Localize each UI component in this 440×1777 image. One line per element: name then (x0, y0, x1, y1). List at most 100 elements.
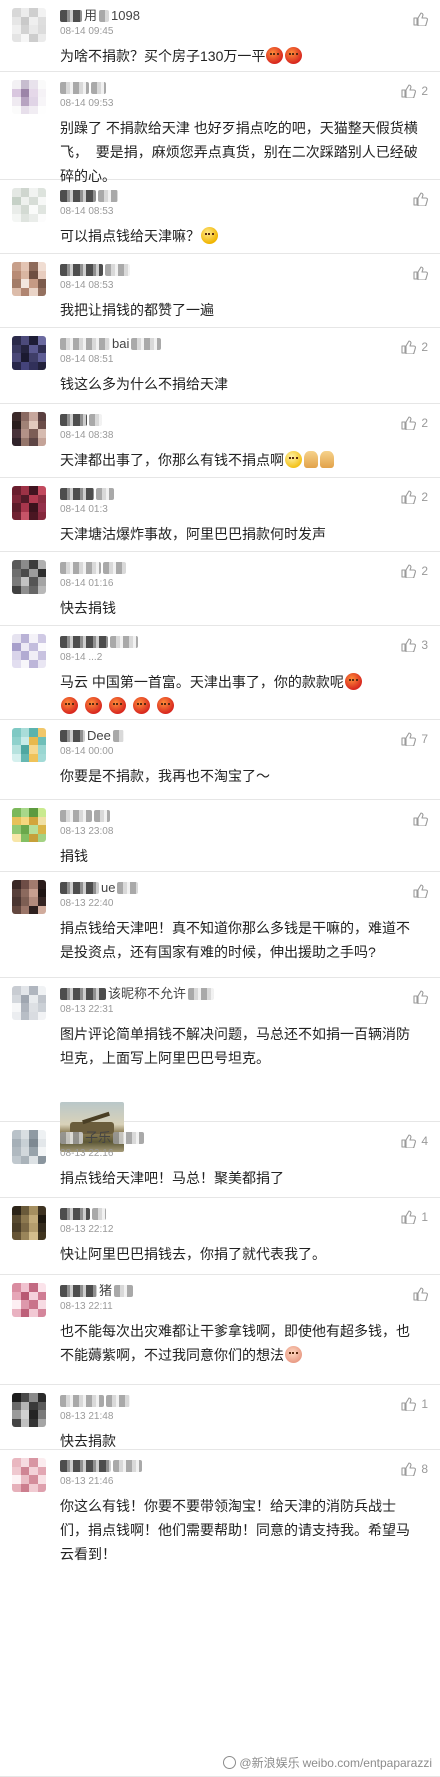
comment-body: 别躁了 不捐款给天津 也好歹捐点吃的吧，天猫整天假货横飞， 要是捐，麻烦您弄点真… (60, 120, 418, 184)
avatar[interactable] (12, 262, 46, 296)
username[interactable] (60, 560, 126, 576)
like-button[interactable] (413, 884, 428, 898)
blurred-username (105, 264, 130, 276)
comment-text: 我把让捐钱的都赞了一遍 (60, 298, 418, 322)
watermark-account: @新浪娱乐 (239, 1756, 300, 1770)
username[interactable] (60, 80, 106, 96)
comment-item[interactable]: 08-14 09:53 别躁了 不捐款给天津 也好歹捐点吃的吧，天猫整天假货横飞，… (0, 72, 440, 184)
comment-item[interactable]: 猪 08-13 22:11 也不能每次出灾难都让干爹拿钱啊，即使他有超多钱，也不能薅… (0, 1275, 440, 1385)
comment-item[interactable]: bai 08-14 08:51 钱这么多为什么不捐给天津 2 (0, 328, 440, 404)
avatar[interactable] (12, 188, 46, 222)
like-button[interactable]: 3 (401, 638, 428, 652)
avatar[interactable] (12, 808, 46, 842)
username[interactable]: 该昵称不允许 (60, 986, 215, 1002)
comment-body: 捐点钱给天津吧！真不知道你那么多钱是干嘛的，难道不是投资点，还有国家有难的时候，… (60, 920, 410, 960)
thumbs-up-icon (413, 884, 428, 898)
username[interactable] (60, 1458, 142, 1474)
like-button[interactable] (413, 266, 428, 280)
comment-item[interactable]: 子乐 08-13 22:16 捐点钱给天津吧！马总！聚美都捐了 4 (0, 1122, 440, 1198)
avatar[interactable] (12, 486, 46, 520)
like-button[interactable] (413, 192, 428, 206)
comment-item[interactable]: 08-13 22:12 快让阿里巴巴捐钱去，你捐了就代表我了。 1 (0, 1198, 440, 1275)
like-button[interactable]: 4 (401, 1134, 428, 1148)
comment-item[interactable]: 08-14 01:16 快去捐钱 2 (0, 552, 440, 626)
like-button[interactable] (413, 12, 428, 26)
like-button[interactable]: 2 (401, 84, 428, 98)
comment-item[interactable]: 08-14 ...2 马云 中国第一首富。天津出事了，你的款款呢 3 (0, 626, 440, 720)
avatar[interactable] (12, 1283, 46, 1317)
avatar[interactable] (12, 634, 46, 668)
avatar[interactable] (12, 412, 46, 446)
like-button[interactable]: 7 (401, 732, 428, 746)
comment-body: 天津塘沽爆炸事故，阿里巴巴捐款何时发声 (60, 526, 326, 542)
comment-text: 快让阿里巴巴捐钱去，你捐了就代表我了。 (60, 1242, 418, 1266)
like-button[interactable]: 2 (401, 416, 428, 430)
username[interactable]: 用 1098 (60, 8, 140, 24)
baby-emoji (285, 1346, 302, 1363)
like-button[interactable]: 2 (401, 564, 428, 578)
comment-item[interactable]: 该昵称不允许 08-13 22:31 图片评论简单捐钱不解决问题，马总还不如捐一百辆… (0, 978, 440, 1152)
username[interactable]: ue (60, 880, 139, 896)
username[interactable]: 猪 (60, 1283, 134, 1299)
like-button[interactable]: 2 (401, 340, 428, 354)
username-suffix: 1098 (111, 8, 140, 23)
thumbs-up-icon (401, 1134, 417, 1148)
comment-text: 也不能每次出灾难都让干爹拿钱啊，即使他有超多钱，也不能薅紫啊，不过我同意你们的想… (60, 1319, 418, 1367)
like-button[interactable]: 1 (401, 1210, 428, 1224)
avatar[interactable] (12, 8, 46, 42)
comment-item[interactable]: 08-13 23:08 捐钱 (0, 800, 440, 872)
username[interactable] (60, 486, 114, 502)
comment-item[interactable]: 08-14 08:53 我把让捐钱的都赞了一遍 (0, 254, 440, 328)
like-button[interactable] (413, 812, 428, 826)
thumbs-up-icon (401, 84, 417, 98)
blurred-username (60, 882, 99, 894)
username[interactable] (60, 634, 138, 650)
username[interactable] (60, 1206, 106, 1222)
avatar[interactable] (12, 986, 46, 1020)
username-text: 用 (84, 8, 98, 23)
avatar[interactable] (12, 336, 46, 370)
comment-item[interactable]: 08-13 21:46 你这么有钱！你要不要带领淘宝！给天津的消防兵战士们，捐点钱… (0, 1450, 440, 1777)
like-count: 1 (421, 1210, 428, 1224)
comment-item[interactable]: ue 08-13 22:40 捐点钱给天津吧！真不知道你那么多钱是干嘛的，难道不是投… (0, 872, 440, 978)
username[interactable]: Dee (60, 728, 124, 744)
comment-item[interactable]: 08-14 08:53 可以捐点钱给天津嘛？ (0, 180, 440, 254)
comment-item[interactable]: 08-14 01:3 天津塘沽爆炸事故，阿里巴巴捐款何时发声 2 (0, 478, 440, 552)
username[interactable] (60, 412, 102, 428)
thumbs-up-icon (413, 990, 428, 1004)
username[interactable]: bai (60, 336, 162, 352)
comment-item[interactable]: 08-14 08:38 天津都出事了，你那么有钱不捐点啊 2 (0, 404, 440, 478)
like-count: 2 (421, 84, 428, 98)
username[interactable] (60, 808, 110, 824)
avatar[interactable] (12, 1130, 46, 1164)
like-button[interactable]: 2 (401, 490, 428, 504)
comment-text: 快去捐钱 (60, 596, 418, 620)
avatar[interactable] (12, 728, 46, 762)
avatar[interactable] (12, 560, 46, 594)
like-button[interactable]: 8 (401, 1462, 428, 1476)
comment-text: 你要是不捐款，我再也不淘宝了～ (60, 764, 418, 788)
comment-item[interactable]: 08-13 21:48 快去捐款 1 (0, 1385, 440, 1450)
like-button[interactable]: 1 (401, 1397, 428, 1411)
username[interactable] (60, 1393, 130, 1409)
angry-emoji (61, 697, 78, 714)
comment-time: 08-13 21:48 (60, 1411, 114, 1422)
username[interactable] (60, 188, 118, 204)
comment-time: 08-14 08:51 (60, 354, 114, 365)
comment-item[interactable]: 用 1098 08-14 09:45 为啥不捐款？买个房子130万一平 (0, 0, 440, 72)
like-button[interactable] (413, 990, 428, 1004)
username[interactable] (60, 262, 130, 278)
username[interactable]: 子乐 (60, 1130, 145, 1146)
pray-emoji (304, 451, 318, 468)
avatar[interactable] (12, 1458, 46, 1492)
avatar[interactable] (12, 1206, 46, 1240)
angry-emoji (133, 697, 150, 714)
avatar[interactable] (12, 1393, 46, 1427)
avatar[interactable] (12, 80, 46, 114)
comment-time: 08-14 01:3 (60, 504, 108, 515)
username-text: ue (101, 880, 116, 895)
thumbs-up-icon (401, 490, 417, 504)
comment-item[interactable]: Dee 08-14 00:00 你要是不捐款，我再也不淘宝了～ 7 (0, 720, 440, 800)
avatar[interactable] (12, 880, 46, 914)
like-button[interactable] (413, 1287, 428, 1301)
